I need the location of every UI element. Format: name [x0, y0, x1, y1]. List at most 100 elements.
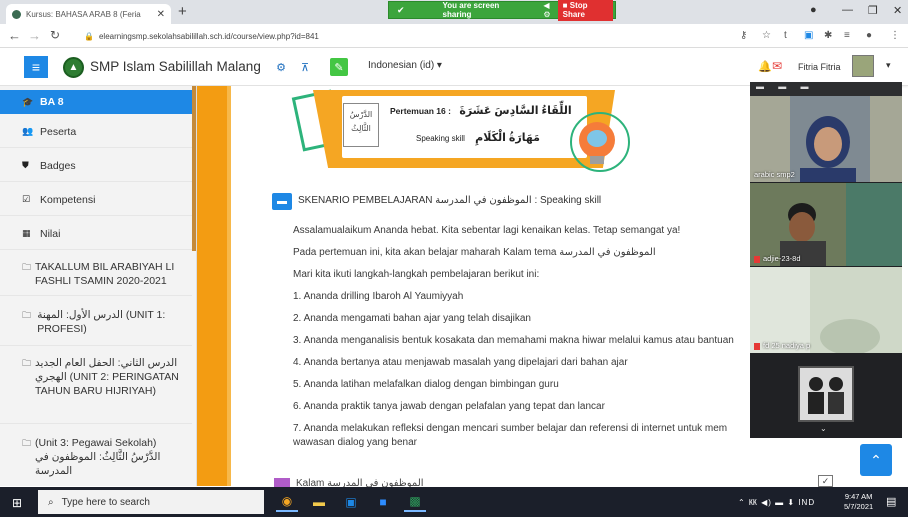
star-icon[interactable]: ☆	[762, 30, 771, 41]
new-tab-button[interactable]: +	[178, 3, 187, 20]
content-line: 5. Ananda latihan melafalkan dialog deng…	[293, 379, 559, 390]
store-icon[interactable]: ▣	[340, 492, 362, 512]
brain-icon	[587, 130, 607, 147]
lock-icon: 🔒	[84, 31, 94, 41]
browser-tab-bar: Kursus: BAHASA ARAB 8 (Feria ✕ + ✔ You a…	[0, 0, 908, 24]
sidebar-item-label: الدرس الثاني: الحفل العام الجديد الهجري …	[35, 357, 179, 397]
zoom-taskbar-icon[interactable]: ■	[372, 492, 394, 512]
sidebar-item-unit1[interactable]: 🗀 الدرس الأول: المهنة (UNIT 1: PROFESI)	[0, 302, 192, 346]
skill-label: Speaking skill	[416, 134, 465, 143]
sidebar-item-unit2[interactable]: 🗀 الدرس الثاني: الحفل العام الجديد الهجر…	[0, 350, 192, 424]
language-selector[interactable]: Indonesian (id) ▾	[368, 60, 442, 71]
sidebar-item-badges[interactable]: ⛊ Badges	[0, 150, 192, 182]
excel-taskbar-icon[interactable]: ▩	[404, 492, 426, 512]
sidebar-item-peserta[interactable]: 👥 Peserta	[0, 116, 192, 148]
sharing-controls-icon[interactable]: ◀ ⚙	[543, 1, 557, 19]
completion-checkbox[interactable]: ✓	[818, 475, 833, 487]
sitemap-icon[interactable]: ⊼	[296, 58, 314, 76]
sidebar-item-label: TAKALLUM BIL ARABIYAH LI FASHLI TSAMIN 2…	[35, 261, 175, 287]
shield-icon: ⛊	[22, 160, 29, 170]
chevron-down-icon[interactable]: ▾	[886, 60, 891, 71]
participant-name: adjie-23-8d	[754, 254, 801, 263]
clock-time: 9:47 AM	[844, 492, 873, 501]
system-tray[interactable]: ⌃ ㏍ ◀) ▬ ⬇ IND	[738, 497, 815, 508]
sidebar-item-takallum[interactable]: 🗀 TAKALLUM BIL ARABIYAH LI FASHLI TSAMIN…	[0, 254, 192, 296]
content-line: 7. Ananda melakukan refleksi dengan menc…	[293, 423, 728, 434]
sidebar-item-nilai[interactable]: ▦ Nilai	[0, 218, 192, 250]
sidebar-item-label: Peserta	[40, 125, 77, 138]
sidebar-item-ba8[interactable]: 🎓 BA 8	[0, 90, 192, 114]
hamburger-menu-button[interactable]: ≡	[24, 56, 48, 78]
profile-icon[interactable]: ●	[866, 30, 872, 41]
muted-mic-icon	[754, 342, 760, 350]
search-placeholder: Type here to search	[61, 496, 150, 508]
reading-list-icon[interactable]: ≡	[844, 30, 850, 41]
muted-mic-icon	[754, 255, 760, 263]
notification-bell-icon[interactable]: 🔔	[758, 60, 772, 73]
sidebar-item-unit3[interactable]: 🗀 (Unit 3: Pegawai Sekolah) الدَّرْسُ ال…	[0, 430, 192, 486]
stop-share-button[interactable]: ■ Stop Share	[557, 0, 613, 21]
school-logo-icon[interactable]: ▲	[63, 57, 84, 78]
tab-title: Kursus: BAHASA ARAB 8 (Feria	[26, 9, 141, 19]
content-line: 2. Ananda mengamati bahan ajar yang tela…	[293, 313, 531, 324]
banner-skill: Speaking skill مَهَارَةُ الْكَلَامِ	[416, 131, 540, 144]
maximize-icon[interactable]: ❐	[868, 4, 878, 17]
clock-date: 5/7/2021	[844, 502, 874, 511]
address-bar: ← → ↻ 🔒 elearningsmp.sekolahsabilillah.s…	[0, 24, 908, 48]
avatar[interactable]	[852, 55, 874, 77]
sidebar-item-kompetensi[interactable]: ☑ Kompetensi	[0, 184, 192, 216]
content-line: Assalamualaikum Ananda hebat. Kita seben…	[293, 225, 681, 236]
back-icon[interactable]: ←	[8, 28, 21, 43]
sidebar-item-label: BA 8	[40, 96, 64, 108]
participant-tile[interactable]: adjie-23-8d	[750, 183, 902, 266]
chrome-taskbar-icon[interactable]: ◉	[276, 492, 298, 512]
lightbulb-base	[590, 156, 604, 164]
user-name[interactable]: Fitria Fitria	[798, 62, 841, 72]
taskbar-search[interactable]: ⌕ Type here to search	[38, 490, 264, 514]
close-window-icon[interactable]: ✕	[893, 4, 902, 17]
extension-t-icon[interactable]: t	[784, 30, 787, 41]
extension-icon[interactable]: ▣	[804, 30, 813, 41]
taskbar-clock[interactable]: 9:47 AM 5/7/2021	[844, 492, 873, 512]
chevron-down-icon[interactable]: ⌄	[820, 424, 827, 433]
folder-icon: 🗀	[22, 310, 32, 320]
content-line: wawasan dialog yang benar	[293, 437, 417, 448]
course-sidebar: 🎓 BA 8 👥 Peserta ⛊ Badges ☑ Kompetensi ▦…	[0, 86, 197, 486]
banner-meeting: Pertemuan 16 : اللِّقَاءُ السَّادِسَ عَش…	[390, 104, 572, 117]
site-name[interactable]: SMP Islam Sabilillah Malang	[90, 59, 261, 74]
check-square-icon: ☑	[22, 194, 31, 204]
extension-pin-icon[interactable]: ✱	[824, 30, 832, 41]
url-text: elearningsmp.sekolahsabilillah.sch.id/co…	[98, 31, 319, 41]
participant-tile[interactable]: arabic smp2	[750, 96, 902, 182]
lesson-tag-line1: الدَّرْسُ	[349, 110, 373, 119]
content-line: Mari kita ikuti langkah-langkah pembelaj…	[293, 269, 540, 280]
account-circle-icon[interactable]: ●	[810, 4, 817, 16]
reload-icon[interactable]: ↻	[50, 28, 60, 42]
key-icon[interactable]: ⚷	[740, 30, 747, 41]
file-explorer-icon[interactable]: ▬	[308, 492, 330, 512]
windows-start-icon[interactable]: ⊞	[12, 496, 22, 510]
notification-center-icon[interactable]: ▤	[886, 495, 896, 508]
participant-tile[interactable]: fd 25 nadiya p	[750, 267, 902, 353]
participant-thumbnail[interactable]	[798, 366, 854, 422]
forward-icon[interactable]: →	[28, 28, 41, 43]
messages-icon[interactable]: ✉	[772, 59, 782, 73]
decorative-orange-strip	[197, 86, 227, 486]
url-field[interactable]: 🔒 elearningsmp.sekolahsabilillah.sch.id/…	[84, 28, 724, 44]
scroll-to-top-button[interactable]: ⌃	[860, 444, 892, 476]
video-call-toolbar[interactable]: ▬ ▬ ▬	[750, 82, 902, 96]
close-tab-icon[interactable]: ✕	[157, 9, 165, 20]
lesson-tag-line2: الثَّالِثُ	[351, 124, 371, 133]
section-title[interactable]: SKENARIO PEMBELAJARAN الموظفون في المدرس…	[298, 195, 601, 206]
sharing-text: You are screen sharing	[442, 1, 500, 19]
table-icon: ▦	[22, 228, 31, 238]
search-icon: ⌕	[48, 496, 54, 508]
minimize-icon[interactable]: —	[842, 4, 853, 16]
sidebar-item-label: Kompetensi	[40, 193, 96, 206]
sidebar-item-label: الدرس الأول: المهنة (UNIT 1: PROFESI)	[37, 309, 166, 335]
edit-mode-icon[interactable]: ✎	[330, 58, 348, 76]
settings-icon[interactable]: ⚙	[272, 58, 290, 76]
browser-tab[interactable]: Kursus: BAHASA ARAB 8 (Feria ✕	[6, 4, 171, 24]
more-menu-icon[interactable]: ⋮	[890, 30, 900, 41]
users-icon: 👥	[22, 126, 34, 136]
